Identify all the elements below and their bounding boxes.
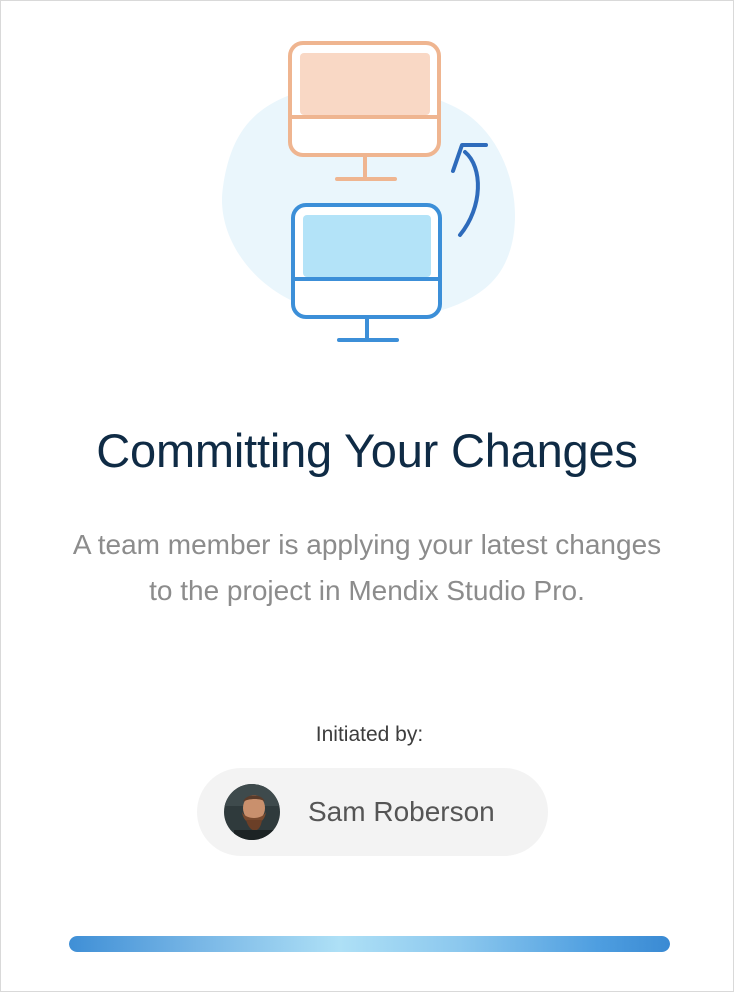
progress-bar bbox=[69, 936, 670, 952]
dialog-description: A team member is applying your latest ch… bbox=[21, 522, 713, 614]
sync-monitors-icon bbox=[221, 41, 516, 342]
description-line-1: A team member is applying your latest ch… bbox=[72, 529, 662, 560]
commit-dialog: Committing Your Changes A team member is… bbox=[0, 0, 734, 992]
user-chip: Sam Roberson bbox=[197, 768, 548, 856]
sync-monitors-illustration bbox=[215, 37, 525, 347]
user-name: Sam Roberson bbox=[308, 796, 495, 827]
user-avatar-icon bbox=[224, 784, 280, 840]
initiated-by-label: Initiated by: bbox=[315, 723, 424, 746]
progress-bar-fill bbox=[69, 936, 670, 952]
avatar bbox=[224, 784, 280, 840]
description-line-2: to the project in Mendix Studio Pro. bbox=[149, 575, 585, 606]
dialog-title: Committing Your Changes bbox=[96, 424, 638, 477]
